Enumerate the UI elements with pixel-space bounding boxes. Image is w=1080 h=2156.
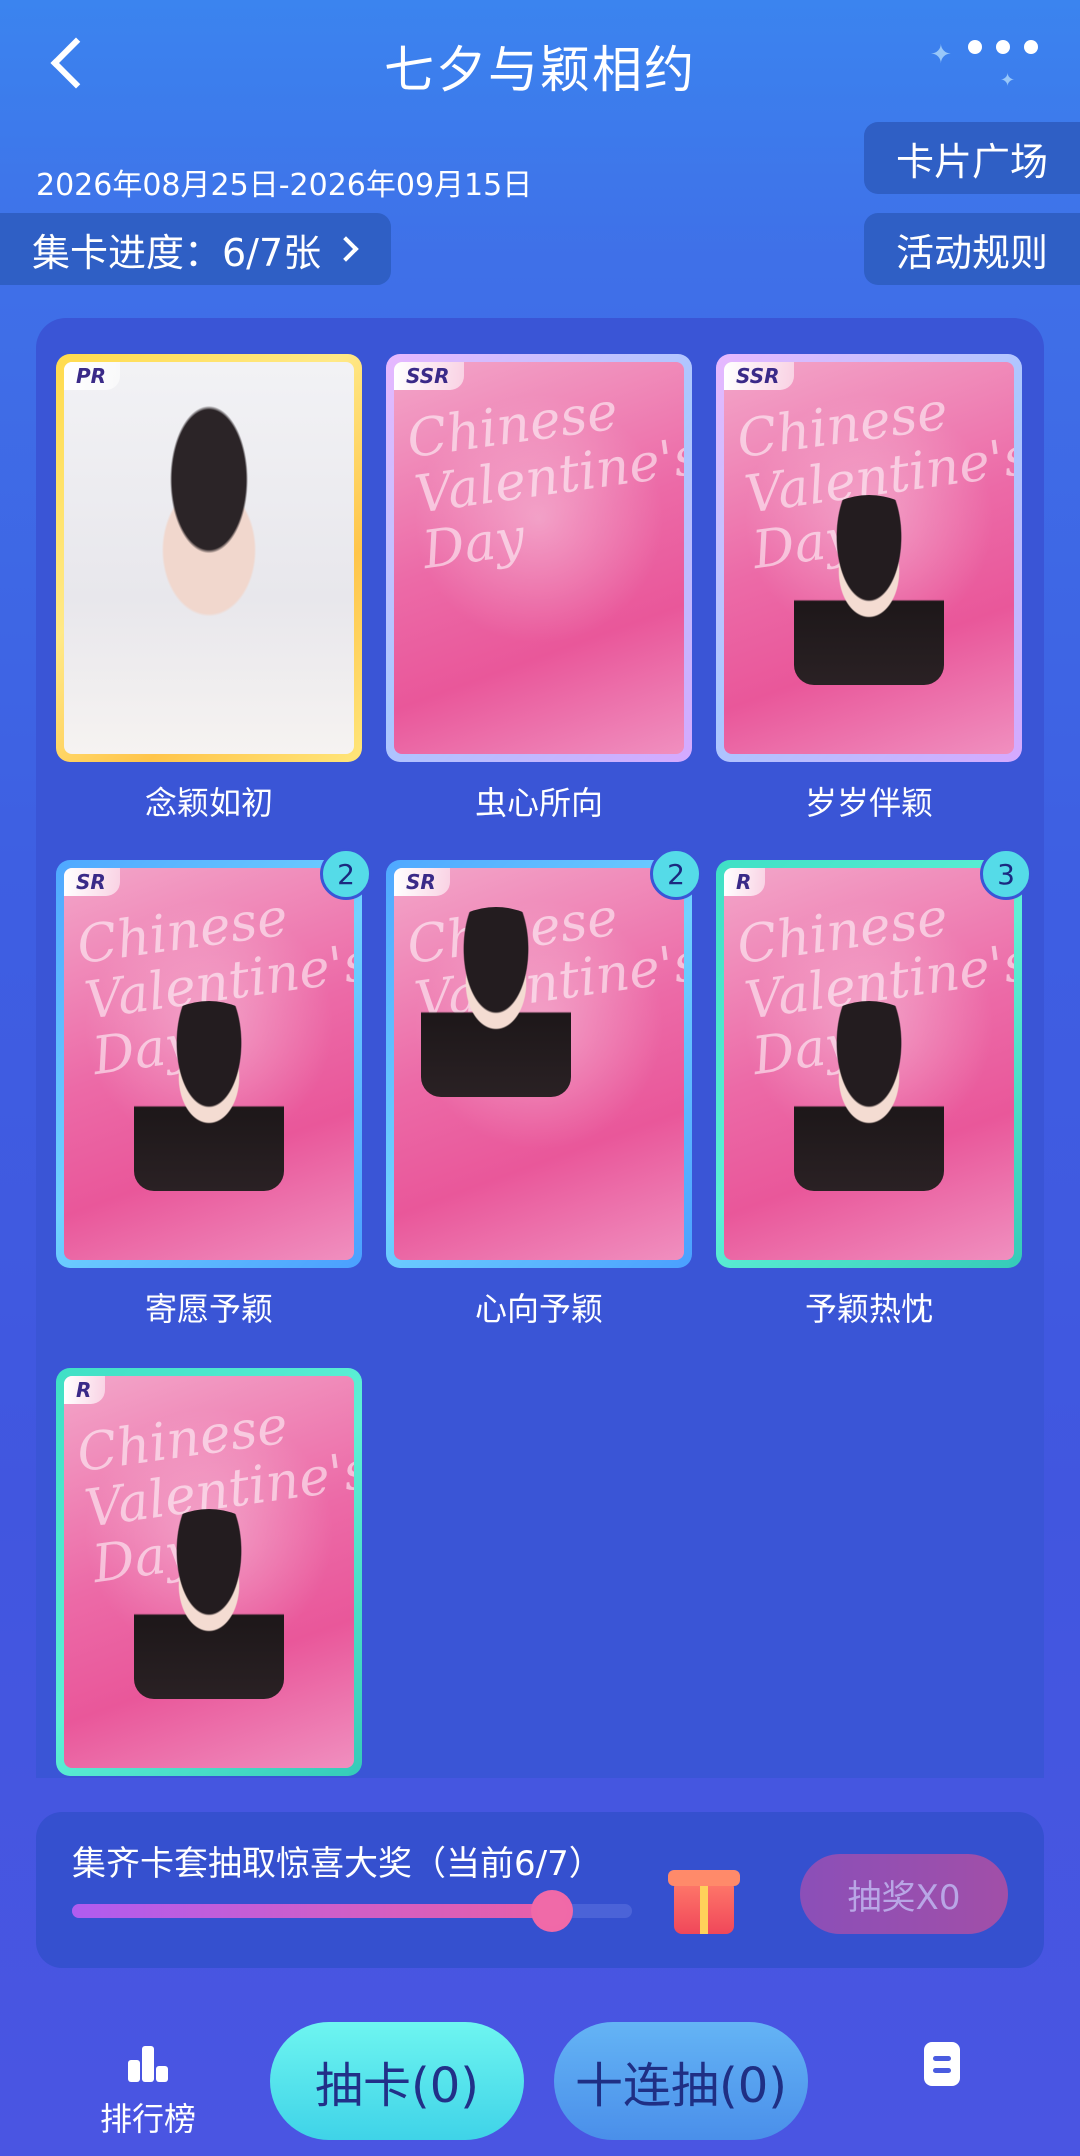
rarity-badge: SSR — [394, 362, 464, 390]
portrait-image — [794, 495, 944, 686]
bar-chart-icon — [126, 2044, 170, 2082]
card-name: 予颖热忱 — [804, 1290, 933, 1328]
chevron-right-icon — [333, 236, 359, 262]
card-name: 寄愿予颖 — [144, 1290, 273, 1328]
lottery-panel: 集齐卡套抽取惊喜大奖（当前6/7） 抽奖X0 — [36, 1812, 1044, 1968]
rarity-badge: SR — [64, 868, 120, 896]
lottery-title: 集齐卡套抽取惊喜大奖（当前6/7） — [72, 1844, 603, 1884]
card-item[interactable]: Chinese Valentine's Day R 3 — [716, 848, 1032, 1268]
gift-icon — [668, 1870, 740, 1934]
progress-label: 集卡进度：6/7张 — [32, 230, 322, 275]
card-item[interactable]: Chinese Valentine's Day R — [56, 1368, 362, 1776]
ranking-button[interactable]: 排行榜 — [78, 2044, 218, 2140]
rarity-badge: SSR — [724, 362, 794, 390]
card-square-button[interactable]: 卡片广场 — [864, 122, 1080, 194]
lottery-progress-bar — [72, 1890, 632, 1932]
portrait-image — [420, 907, 571, 1098]
rules-button[interactable]: 活动规则 — [864, 213, 1080, 285]
rarity-badge: SR — [394, 868, 450, 896]
card-item[interactable]: Chinese Valentine's Day SR 2 — [386, 848, 702, 1268]
progress-thumb — [530, 1890, 573, 1932]
date-range: 2026年08月25日-2026年09月15日 — [36, 168, 533, 203]
rarity-badge: R — [724, 868, 766, 896]
card-image: Chinese Valentine's Day — [64, 868, 354, 1260]
card-name: 心向予颖 — [474, 1290, 603, 1328]
card-item[interactable]: Chinese Valentine's Day SSR — [716, 354, 1022, 762]
page-title: 七夕与颖相约 — [384, 41, 696, 99]
card-item[interactable]: Chinese Valentine's Day SSR — [386, 354, 692, 762]
card-image — [64, 362, 354, 754]
ranking-label: 排行榜 — [99, 2100, 196, 2138]
card-image: Chinese Valentine's Day — [64, 1376, 354, 1768]
card-image: Chinese Valentine's Day — [394, 362, 684, 754]
card-grid-panel: PR 念颖如初 Chinese Valentine's Day SSR 虫心所向… — [36, 318, 1044, 1778]
card-item[interactable]: PR — [56, 354, 362, 762]
card-item[interactable]: Chinese Valentine's Day SR 2 — [56, 848, 372, 1268]
portrait-image — [134, 1509, 284, 1700]
progress-fill — [72, 1904, 552, 1918]
more-options-button[interactable] — [968, 40, 1038, 54]
rarity-badge: R — [64, 1376, 106, 1404]
card-count-badge: 3 — [980, 848, 1032, 900]
portrait-image — [134, 1001, 284, 1192]
card-name: 岁岁伴颖 — [804, 784, 933, 822]
records-icon[interactable] — [924, 2042, 960, 2086]
card-art-text: Chinese Valentine's Day — [403, 381, 684, 582]
rarity-badge: PR — [64, 362, 121, 390]
collection-progress-link[interactable]: 集卡进度：6/7张 — [0, 213, 392, 285]
card-name: 虫心所向 — [474, 784, 603, 822]
card-name: 念颖如初 — [144, 784, 273, 822]
ten-draw-button[interactable]: 十连抽(0) — [554, 2022, 808, 2140]
card-count-badge: 2 — [650, 848, 702, 900]
card-image: Chinese Valentine's Day — [394, 868, 684, 1260]
card-image: Chinese Valentine's Day — [724, 868, 1014, 1260]
draw-card-button[interactable]: 抽卡(0) — [270, 2022, 524, 2140]
portrait-image — [794, 1001, 944, 1192]
card-image: Chinese Valentine's Day — [724, 362, 1014, 754]
draw-prize-button[interactable]: 抽奖X0 — [800, 1854, 1008, 1934]
card-count-badge: 2 — [320, 848, 372, 900]
